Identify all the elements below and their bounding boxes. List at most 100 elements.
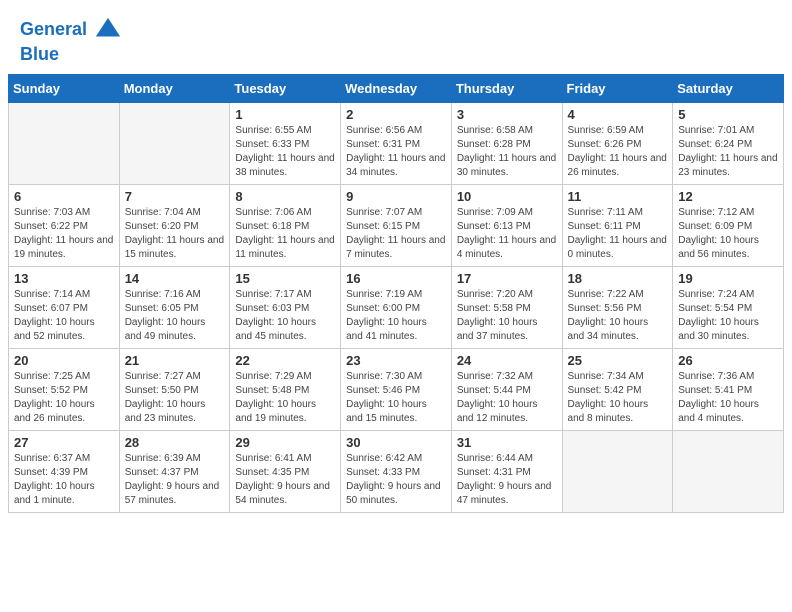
table-row: 13 Sunrise: 7:14 AM Sunset: 6:07 PM Dayli… [9, 266, 120, 348]
table-row: 5 Sunrise: 7:01 AM Sunset: 6:24 PM Daylig… [673, 102, 784, 184]
table-row [119, 102, 230, 184]
day-info: Sunrise: 6:37 AM Sunset: 4:39 PM Dayligh… [14, 452, 114, 508]
table-row: 11 Sunrise: 7:11 AM Sunset: 6:11 PM Dayli… [562, 184, 673, 266]
table-row: 29 Sunrise: 6:41 AM Sunset: 4:35 PM Dayli… [230, 430, 341, 512]
calendar-container: SundayMondayTuesdayWednesdayThursdayFrid… [0, 74, 792, 529]
table-row: 31 Sunrise: 6:44 AM Sunset: 4:31 PM Dayli… [451, 430, 562, 512]
table-row: 14 Sunrise: 7:16 AM Sunset: 6:05 PM Dayli… [119, 266, 230, 348]
day-number: 1 [235, 107, 335, 122]
day-info: Sunrise: 6:39 AM Sunset: 4:37 PM Dayligh… [125, 452, 225, 508]
day-number: 26 [678, 353, 778, 368]
calendar-week-5: 27Sunrise: 6:37 AM Sunset: 4:39 PM Dayli… [9, 430, 784, 512]
day-info: Sunrise: 7:20 AM Sunset: 5:58 PM Dayligh… [457, 288, 557, 344]
day-info: Sunrise: 7:25 AM Sunset: 5:52 PM Dayligh… [14, 370, 114, 426]
table-row: 2 Sunrise: 6:56 AM Sunset: 6:31 PM Daylig… [341, 102, 452, 184]
table-row: 21Sunrise: 7:27 AM Sunset: 5:50 PM Dayli… [119, 348, 230, 430]
day-number: 11 [568, 189, 668, 204]
day-info: Sunrise: 7:07 AM Sunset: 6:15 PM Dayligh… [346, 206, 446, 262]
table-row: 24 Sunrise: 7:32 AM Sunset: 5:44 PM Dayli… [451, 348, 562, 430]
day-number: 31 [457, 435, 557, 450]
day-number: 17 [457, 271, 557, 286]
day-info: Sunrise: 6:56 AM Sunset: 6:31 PM Dayligh… [346, 124, 446, 180]
table-row: 17 Sunrise: 7:20 AM Sunset: 5:58 PM Dayli… [451, 266, 562, 348]
day-info: Sunrise: 6:41 AM Sunset: 4:35 PM Dayligh… [235, 452, 335, 508]
table-row: 16 Sunrise: 7:19 AM Sunset: 6:00 PM Dayli… [341, 266, 452, 348]
day-number: 4 [568, 107, 668, 122]
table-row: 12 Sunrise: 7:12 AM Sunset: 6:09 PM Dayli… [673, 184, 784, 266]
table-row: 27Sunrise: 6:37 AM Sunset: 4:39 PM Dayli… [9, 430, 120, 512]
day-info: Sunrise: 6:44 AM Sunset: 4:31 PM Dayligh… [457, 452, 557, 508]
day-number: 16 [346, 271, 446, 286]
day-header-monday: Monday [119, 74, 230, 102]
day-info: Sunrise: 7:27 AM Sunset: 5:50 PM Dayligh… [125, 370, 225, 426]
logo-text: General [20, 16, 122, 44]
day-info: Sunrise: 7:22 AM Sunset: 5:56 PM Dayligh… [568, 288, 668, 344]
table-row: 25Sunrise: 7:34 AM Sunset: 5:42 PM Dayli… [562, 348, 673, 430]
day-info: Sunrise: 6:42 AM Sunset: 4:33 PM Dayligh… [346, 452, 446, 508]
day-header-saturday: Saturday [673, 74, 784, 102]
day-number: 12 [678, 189, 778, 204]
day-number: 29 [235, 435, 335, 450]
table-row: 9 Sunrise: 7:07 AM Sunset: 6:15 PM Daylig… [341, 184, 452, 266]
table-row: 10Sunrise: 7:09 AM Sunset: 6:13 PM Dayli… [451, 184, 562, 266]
day-info: Sunrise: 7:36 AM Sunset: 5:41 PM Dayligh… [678, 370, 778, 426]
table-row: 1 Sunrise: 6:55 AM Sunset: 6:33 PM Daylig… [230, 102, 341, 184]
table-row [673, 430, 784, 512]
day-header-sunday: Sunday [9, 74, 120, 102]
day-header-friday: Friday [562, 74, 673, 102]
day-info: Sunrise: 7:14 AM Sunset: 6:07 PM Dayligh… [14, 288, 114, 344]
day-number: 18 [568, 271, 668, 286]
table-row: 22 Sunrise: 7:29 AM Sunset: 5:48 PM Dayli… [230, 348, 341, 430]
day-number: 6 [14, 189, 114, 204]
day-header-thursday: Thursday [451, 74, 562, 102]
table-row: 7Sunrise: 7:04 AM Sunset: 6:20 PM Daylig… [119, 184, 230, 266]
logo: General Blue [20, 16, 122, 66]
table-row: 4Sunrise: 6:59 AM Sunset: 6:26 PM Daylig… [562, 102, 673, 184]
calendar-header-row: SundayMondayTuesdayWednesdayThursdayFrid… [9, 74, 784, 102]
page-header: General Blue [0, 0, 792, 74]
day-info: Sunrise: 7:24 AM Sunset: 5:54 PM Dayligh… [678, 288, 778, 344]
day-number: 19 [678, 271, 778, 286]
calendar-week-3: 13 Sunrise: 7:14 AM Sunset: 6:07 PM Dayli… [9, 266, 784, 348]
table-row: 23 Sunrise: 7:30 AM Sunset: 5:46 PM Dayli… [341, 348, 452, 430]
day-info: Sunrise: 7:06 AM Sunset: 6:18 PM Dayligh… [235, 206, 335, 262]
day-header-wednesday: Wednesday [341, 74, 452, 102]
day-info: Sunrise: 7:29 AM Sunset: 5:48 PM Dayligh… [235, 370, 335, 426]
day-number: 13 [14, 271, 114, 286]
day-number: 8 [235, 189, 335, 204]
table-row: 28 Sunrise: 6:39 AM Sunset: 4:37 PM Dayli… [119, 430, 230, 512]
day-number: 5 [678, 107, 778, 122]
day-number: 2 [346, 107, 446, 122]
calendar-week-4: 20 Sunrise: 7:25 AM Sunset: 5:52 PM Dayli… [9, 348, 784, 430]
day-info: Sunrise: 7:01 AM Sunset: 6:24 PM Dayligh… [678, 124, 778, 180]
day-info: Sunrise: 7:19 AM Sunset: 6:00 PM Dayligh… [346, 288, 446, 344]
table-row: 30Sunrise: 6:42 AM Sunset: 4:33 PM Dayli… [341, 430, 452, 512]
day-number: 10 [457, 189, 557, 204]
table-row [562, 430, 673, 512]
calendar-week-2: 6Sunrise: 7:03 AM Sunset: 6:22 PM Daylig… [9, 184, 784, 266]
day-info: Sunrise: 6:55 AM Sunset: 6:33 PM Dayligh… [235, 124, 335, 180]
day-header-tuesday: Tuesday [230, 74, 341, 102]
day-info: Sunrise: 7:11 AM Sunset: 6:11 PM Dayligh… [568, 206, 668, 262]
day-number: 24 [457, 353, 557, 368]
day-number: 20 [14, 353, 114, 368]
calendar-table: SundayMondayTuesdayWednesdayThursdayFrid… [8, 74, 784, 513]
day-number: 9 [346, 189, 446, 204]
day-number: 3 [457, 107, 557, 122]
table-row: 18 Sunrise: 7:22 AM Sunset: 5:56 PM Dayli… [562, 266, 673, 348]
calendar-week-1: 1 Sunrise: 6:55 AM Sunset: 6:33 PM Daylig… [9, 102, 784, 184]
day-number: 28 [125, 435, 225, 450]
day-number: 25 [568, 353, 668, 368]
table-row: 26 Sunrise: 7:36 AM Sunset: 5:41 PM Dayli… [673, 348, 784, 430]
day-number: 14 [125, 271, 225, 286]
day-info: Sunrise: 7:04 AM Sunset: 6:20 PM Dayligh… [125, 206, 225, 262]
day-info: Sunrise: 7:32 AM Sunset: 5:44 PM Dayligh… [457, 370, 557, 426]
day-info: Sunrise: 7:12 AM Sunset: 6:09 PM Dayligh… [678, 206, 778, 262]
day-number: 15 [235, 271, 335, 286]
table-row: 19 Sunrise: 7:24 AM Sunset: 5:54 PM Dayli… [673, 266, 784, 348]
table-row: 6Sunrise: 7:03 AM Sunset: 6:22 PM Daylig… [9, 184, 120, 266]
day-number: 23 [346, 353, 446, 368]
day-info: Sunrise: 7:16 AM Sunset: 6:05 PM Dayligh… [125, 288, 225, 344]
day-info: Sunrise: 7:30 AM Sunset: 5:46 PM Dayligh… [346, 370, 446, 426]
day-number: 22 [235, 353, 335, 368]
